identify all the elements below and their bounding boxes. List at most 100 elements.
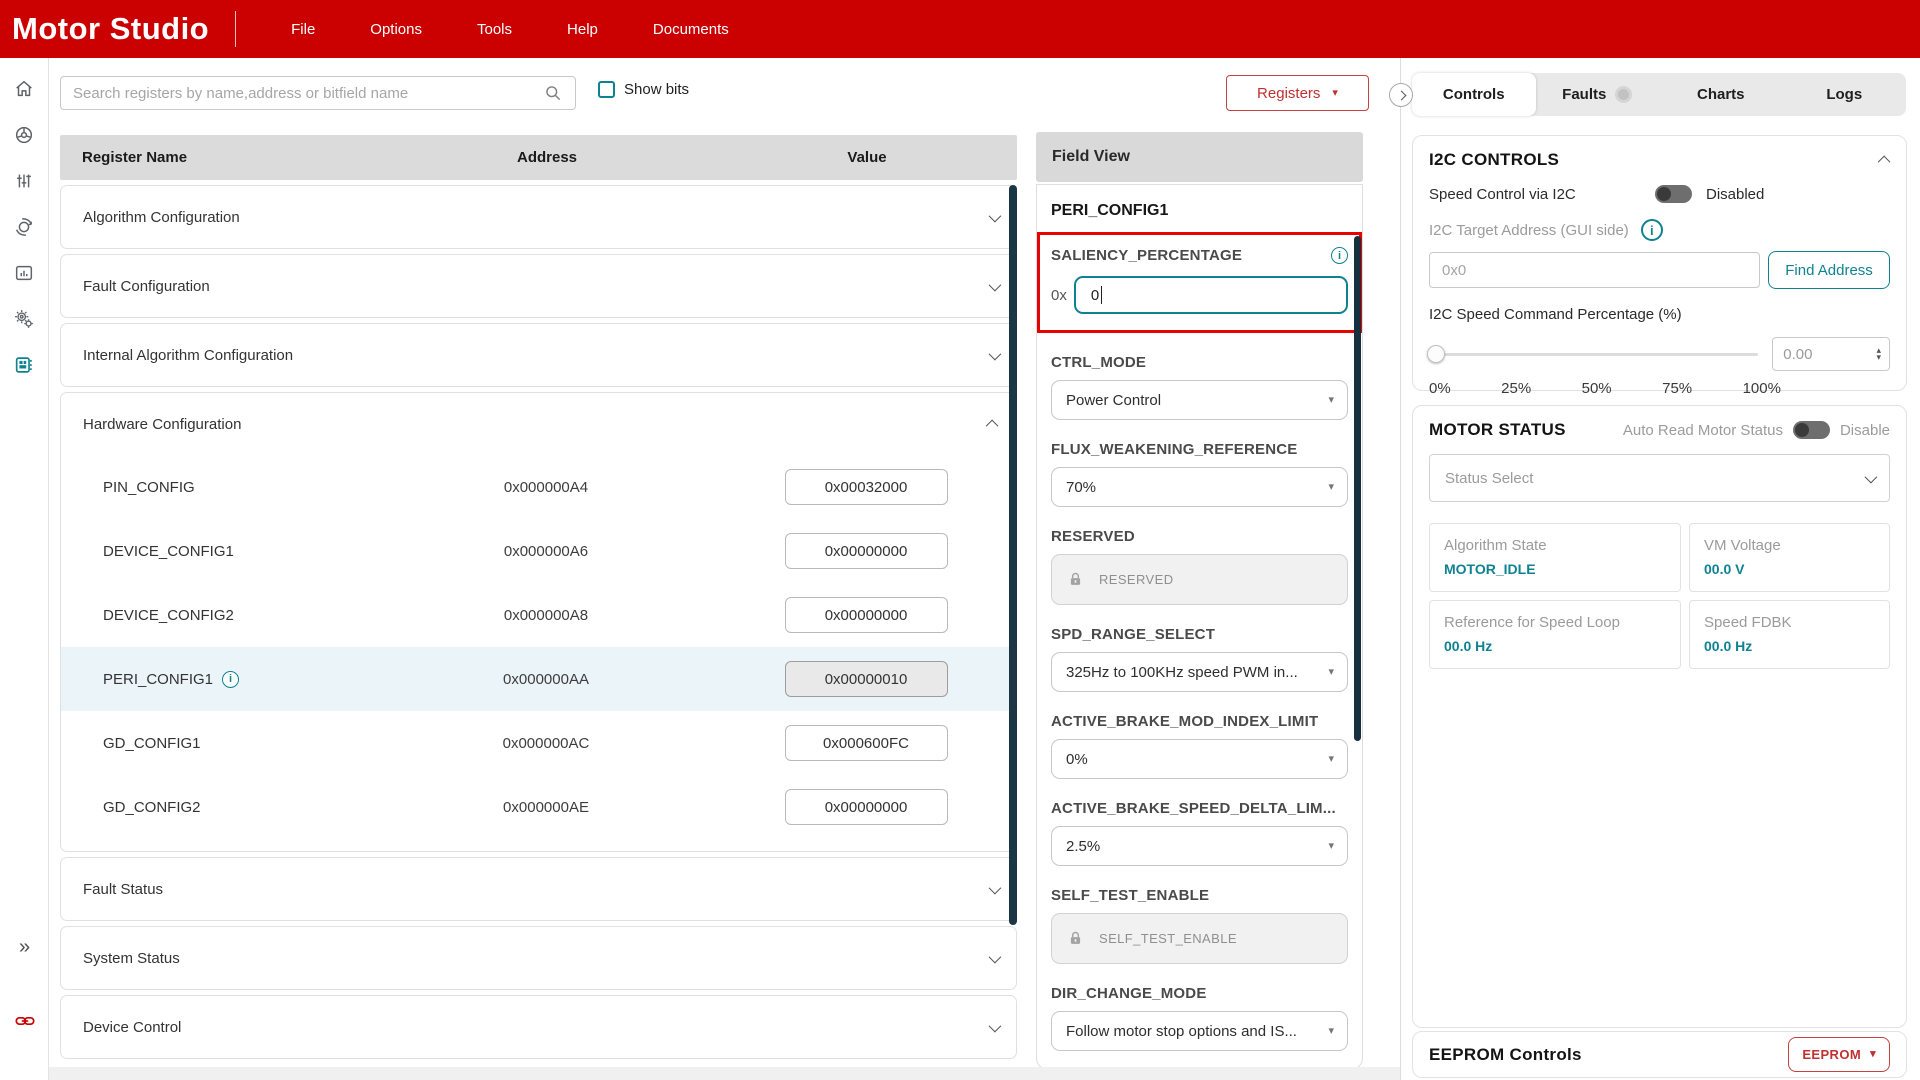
panel-collapse-button[interactable] — [1389, 83, 1413, 107]
status-value: 00.0 V — [1704, 561, 1875, 577]
register-search-input[interactable]: Search registers by name,address or bitf… — [60, 76, 576, 110]
menu-file[interactable]: File — [291, 21, 315, 38]
chevron-up-icon[interactable] — [1878, 155, 1891, 168]
table-row-pin-config[interactable]: PIN_CONFIG 0x000000A4 0x00032000 — [61, 455, 1016, 519]
tab-logs[interactable]: Logs — [1783, 73, 1907, 116]
hardware-configuration-header[interactable]: Hardware Configuration — [61, 393, 1016, 455]
link-share-button[interactable] — [0, 1010, 49, 1032]
eeprom-controls-card: EEPROM Controls EEPROM ▾ — [1412, 1031, 1907, 1078]
field-view-card: PERI_CONFIG1 SALIENCY_PERCENTAGE i 0x 0 … — [1036, 184, 1363, 1070]
caret-down-icon: ▾ — [1328, 667, 1334, 678]
menu-options[interactable]: Options — [370, 21, 422, 38]
saliency-percentage-label: SALIENCY_PERCENTAGE — [1051, 247, 1242, 264]
table-scrollbar[interactable] — [1009, 185, 1017, 925]
spinner-arrows-icon[interactable]: ▴▾ — [1876, 347, 1881, 361]
show-bits-checkbox[interactable] — [598, 81, 615, 98]
footer-strip — [49, 1067, 1400, 1080]
chart-panel-icon[interactable] — [0, 250, 49, 296]
flux-weakening-reference-select[interactable]: 70%▾ — [1051, 467, 1348, 507]
table-row-peri-config1-selected[interactable]: PERI_CONFIG1 i 0x000000AA 0x00000010 — [61, 647, 1016, 711]
section-fault-configuration[interactable]: Fault Configuration — [60, 254, 1017, 318]
auto-read-toggle[interactable] — [1793, 421, 1830, 439]
home-icon[interactable] — [0, 66, 49, 112]
field-view-register-name: PERI_CONFIG1 — [1037, 185, 1362, 232]
table-row-gd-config1[interactable]: GD_CONFIG1 0x000000AC 0x000600FC — [61, 711, 1016, 775]
info-icon[interactable]: i — [222, 671, 239, 688]
field-label: ACTIVE_BRAKE_MOD_INDEX_LIMIT — [1051, 713, 1348, 730]
register-table-header: Register Name Address Value — [60, 135, 1017, 180]
register-name: GD_CONFIG2 — [103, 799, 201, 816]
register-value-input[interactable]: 0x00032000 — [785, 469, 948, 505]
spin-motor-icon[interactable] — [0, 204, 49, 250]
spd-range-select-field: SPD_RANGE_SELECT 325Hz to 100KHz speed P… — [1037, 626, 1362, 692]
motor-wheel-icon[interactable] — [0, 112, 49, 158]
table-row-gd-config2[interactable]: GD_CONFIG2 0x000000AE 0x00000000 — [61, 775, 1016, 839]
registers-dropdown-button[interactable]: Registers ▾ — [1226, 75, 1369, 111]
lock-icon — [1067, 930, 1084, 947]
tab-controls[interactable]: Controls — [1412, 73, 1536, 116]
section-system-status[interactable]: System Status — [60, 926, 1017, 990]
tune-sliders-icon[interactable] — [0, 158, 49, 204]
algorithm-state-card: Algorithm State MOTOR_IDLE — [1429, 523, 1681, 592]
section-label: Algorithm Configuration — [61, 209, 970, 226]
register-map-icon[interactable] — [0, 342, 49, 388]
section-label: Hardware Configuration — [61, 416, 970, 433]
menu-help[interactable]: Help — [567, 21, 598, 38]
i2c-speed-value-spinner[interactable]: 0.00 ▴▾ — [1772, 337, 1890, 371]
menu-documents[interactable]: Documents — [653, 21, 729, 38]
caret-down-icon: ▾ — [1328, 1026, 1334, 1037]
info-icon[interactable]: i — [1641, 219, 1663, 241]
section-fault-status[interactable]: Fault Status — [60, 857, 1017, 921]
register-address: 0x000000A6 — [376, 543, 716, 560]
faults-status-badge — [1615, 86, 1632, 103]
input-placeholder: 0x0 — [1442, 262, 1466, 279]
status-select-dropdown[interactable]: Status Select — [1429, 454, 1890, 502]
spd-range-select[interactable]: 325Hz to 100KHz speed PWM in...▾ — [1051, 652, 1348, 692]
table-row-device-config2[interactable]: DEVICE_CONFIG2 0x000000A8 0x00000000 — [61, 583, 1016, 647]
section-device-control[interactable]: Device Control — [60, 995, 1017, 1059]
section-algorithm-configuration[interactable]: Algorithm Configuration — [60, 185, 1017, 249]
slider-tick-labels: 0% 25% 50% 75% 100% — [1429, 380, 1781, 397]
i2c-target-address-input[interactable]: 0x0 — [1429, 252, 1760, 288]
top-menubar: Motor Studio File Options Tools Help Doc… — [0, 0, 1920, 58]
spinner-value: 0.00 — [1783, 346, 1812, 363]
tab-charts[interactable]: Charts — [1659, 73, 1783, 116]
chevron-up-icon — [985, 419, 998, 432]
settings-gears-icon[interactable] — [0, 296, 49, 342]
reserved-field: RESERVED RESERVED — [1037, 528, 1362, 605]
i2c-speed-slider[interactable] — [1429, 345, 1758, 363]
saliency-percentage-input[interactable]: 0 — [1074, 276, 1348, 314]
active-brake-speed-delta-limit-select[interactable]: 2.5%▾ — [1051, 826, 1348, 866]
register-value-input[interactable]: 0x00000000 — [785, 789, 948, 825]
register-value-input[interactable]: 0x00000000 — [785, 597, 948, 633]
field-label: DIR_CHANGE_MODE — [1051, 985, 1348, 1002]
motor-status-card: MOTOR STATUS Auto Read Motor Status Disa… — [1412, 405, 1907, 1028]
register-value-input[interactable]: 0x00000010 — [785, 661, 948, 697]
sidebar-expand-button[interactable]: » — [0, 936, 49, 959]
slider-thumb[interactable] — [1427, 345, 1445, 363]
select-value: 2.5% — [1066, 838, 1100, 855]
main-menu: File Options Tools Help Documents — [236, 21, 729, 38]
register-value-input[interactable]: 0x00000000 — [785, 533, 948, 569]
registers-main-area: Search registers by name,address or bitf… — [49, 58, 1400, 1080]
show-bits-toggle[interactable]: Show bits — [598, 81, 689, 98]
field-view-scrollbar[interactable] — [1354, 236, 1361, 741]
search-placeholder: Search registers by name,address or bitf… — [73, 85, 543, 102]
i2c-speed-command-label: I2C Speed Command Percentage (%) — [1429, 306, 1890, 323]
eeprom-dropdown-button[interactable]: EEPROM ▾ — [1788, 1037, 1890, 1072]
ctrl-mode-select[interactable]: Power Control▾ — [1051, 380, 1348, 420]
tab-faults[interactable]: Faults — [1536, 73, 1660, 116]
active-brake-mod-index-limit-select[interactable]: 0%▾ — [1051, 739, 1348, 779]
info-icon[interactable]: i — [1331, 247, 1348, 264]
find-address-button[interactable]: Find Address — [1768, 251, 1890, 289]
field-label: SELF_TEST_ENABLE — [1051, 887, 1348, 904]
status-label: VM Voltage — [1704, 537, 1875, 554]
menu-tools[interactable]: Tools — [477, 21, 512, 38]
speed-control-toggle[interactable] — [1655, 185, 1692, 203]
app-logo: Motor Studio — [0, 11, 235, 47]
dir-change-mode-select[interactable]: Follow motor stop options and IS...▾ — [1051, 1011, 1348, 1051]
register-address: 0x000000A8 — [376, 607, 716, 624]
table-row-device-config1[interactable]: DEVICE_CONFIG1 0x000000A6 0x00000000 — [61, 519, 1016, 583]
register-value-input[interactable]: 0x000600FC — [785, 725, 948, 761]
section-internal-algorithm-configuration[interactable]: Internal Algorithm Configuration — [60, 323, 1017, 387]
